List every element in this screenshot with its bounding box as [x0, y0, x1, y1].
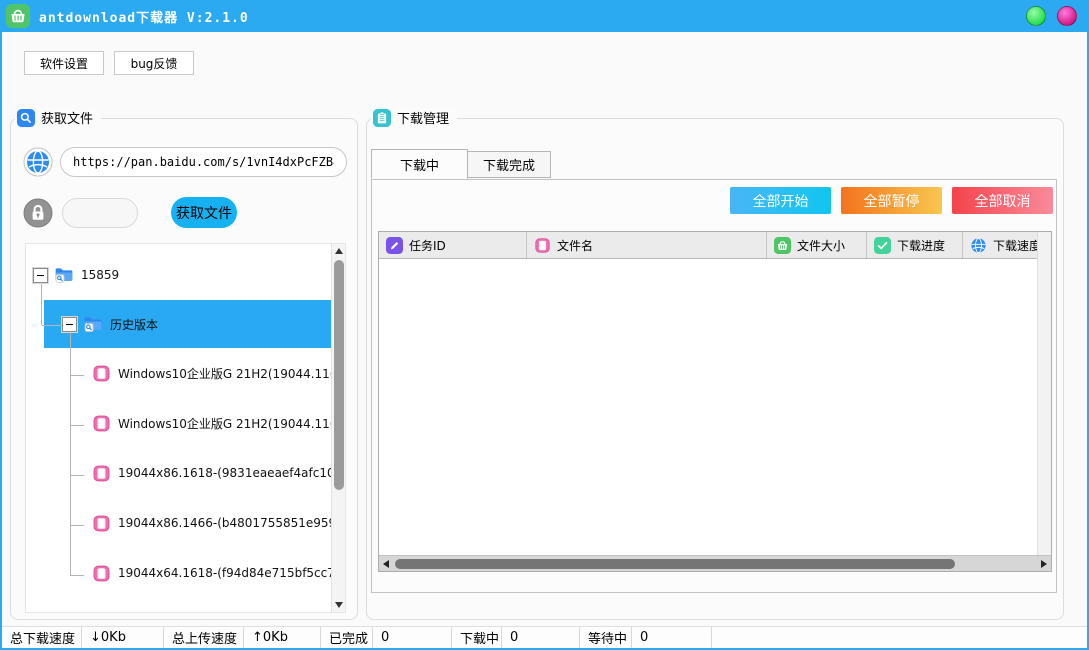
downloading-value: 0 — [502, 627, 580, 648]
column-header-progress[interactable]: 下载进度 — [867, 232, 963, 258]
column-label: 文件大小 — [797, 237, 845, 254]
completed-label: 已完成 — [321, 627, 373, 648]
pause-all-button[interactable]: 全部暂停 — [841, 187, 942, 214]
total-download-speed-value: ↓0Kb — [82, 627, 164, 648]
globe-icon — [23, 147, 53, 177]
bulk-action-buttons: 全部开始 全部暂停 全部取消 — [730, 187, 1053, 214]
tree-file-node[interactable]: Windows10企业版G 21H2(19044.1165)x — [26, 398, 331, 448]
column-label: 任务ID — [409, 237, 446, 254]
tab-downloading[interactable]: 下载中 — [371, 149, 468, 179]
progress-check-icon — [874, 237, 891, 254]
tree-file-node[interactable]: 19044x86.1618-(9831eaeaef4afc1004c — [26, 448, 331, 498]
cancel-all-button[interactable]: 全部取消 — [952, 187, 1053, 214]
completed-value: 0 — [373, 627, 452, 648]
collapse-toggle-icon[interactable] — [33, 268, 48, 283]
waiting-value: 0 — [632, 627, 712, 648]
fetch-panel-legend: 获取文件 — [15, 108, 101, 127]
folder-search-icon — [83, 314, 103, 334]
column-label: 下载进度 — [897, 237, 945, 254]
download-panel-legend: 下载管理 — [371, 108, 457, 127]
tree-root-node[interactable]: 15859 — [26, 250, 331, 300]
tree-file-node[interactable]: 19044x86.1466-(b4801755851e9598166 — [26, 498, 331, 548]
scroll-left-icon[interactable] — [379, 556, 393, 572]
fetch-panel-title: 获取文件 — [41, 108, 93, 127]
window-title: antdownload下载器 V:2.1.0 — [39, 7, 249, 26]
scrollbar-thumb[interactable] — [334, 260, 344, 490]
tree-file-label: 19044x86.1618-(9831eaeaef4afc1004c — [118, 466, 346, 480]
file-icon — [534, 237, 551, 254]
speed-globe-icon — [970, 237, 987, 254]
tree-folder-node-selected[interactable]: 历史版本 — [44, 300, 331, 348]
column-header-filename[interactable]: 文件名 — [527, 232, 767, 258]
folder-search-icon — [54, 265, 74, 285]
start-all-button[interactable]: 全部开始 — [730, 187, 831, 214]
app-logo-icon — [6, 4, 30, 28]
tree-file-node[interactable]: Windows10企业版G 21H2(19044.1165)x — [26, 348, 331, 398]
file-icon — [92, 564, 111, 583]
column-label: 文件名 — [557, 237, 593, 254]
total-upload-speed-label: 总上传速度 — [164, 627, 244, 648]
download-tabs: 下载中 下载完成 — [371, 149, 551, 178]
download-table: 任务ID 文件名 — [378, 231, 1052, 572]
column-header-task-id[interactable]: 任务ID — [379, 232, 527, 258]
lock-icon — [23, 198, 53, 228]
task-pencil-icon — [386, 237, 403, 254]
share-url-input[interactable] — [60, 147, 347, 177]
tree-vertical-scrollbar[interactable] — [331, 244, 345, 612]
bug-feedback-button[interactable]: bug反馈 — [114, 51, 194, 75]
download-panel-title: 下载管理 — [397, 108, 449, 127]
downloading-label: 下载中 — [452, 627, 502, 648]
scrollbar-thumb[interactable] — [395, 559, 955, 569]
status-bar: 总下载速度 ↓0Kb 总上传速度 ↑0Kb 已完成 0 下载中 0 等待中 0 — [2, 626, 1087, 648]
table-vertical-scrollbar-track[interactable] — [1037, 232, 1051, 555]
tree-file-label: Windows10企业版G 21H2(19044.1165)x — [118, 415, 346, 432]
toolbar: 软件设置 bug反馈 — [24, 51, 194, 75]
search-icon — [17, 109, 35, 127]
download-panel: 下载管理 下载中 下载完成 全部开始 全部暂停 全部取消 — [366, 118, 1064, 620]
total-upload-speed-value: ↑0Kb — [244, 627, 321, 648]
close-button[interactable] — [1057, 6, 1077, 26]
minimize-button[interactable] — [1026, 6, 1046, 26]
scroll-up-icon[interactable] — [332, 244, 346, 258]
tab-completed[interactable]: 下载完成 — [467, 151, 551, 178]
table-horizontal-scrollbar[interactable] — [379, 555, 1051, 571]
table-header-row: 任务ID 文件名 — [379, 232, 1051, 259]
status-bar-spacer — [712, 627, 1087, 648]
file-icon — [92, 364, 111, 383]
size-basket-icon — [774, 237, 791, 254]
fetch-files-button[interactable]: 获取文件 — [171, 197, 237, 228]
tree-file-label: Windows10企业版G 21H2(19044.1165)x — [118, 365, 346, 382]
table-body-empty — [379, 259, 1051, 557]
total-download-speed-label: 总下载速度 — [2, 627, 82, 648]
file-icon — [92, 464, 111, 483]
file-icon — [92, 514, 111, 533]
clipboard-icon — [373, 109, 391, 127]
scroll-right-icon[interactable] — [1037, 556, 1051, 572]
tree-file-label: 19044x86.1466-(b4801755851e9598166 — [118, 516, 346, 530]
downloading-tab-pane: 全部开始 全部暂停 全部取消 任务ID — [371, 179, 1057, 593]
title-bar: antdownload下载器 V:2.1.0 — [0, 0, 1089, 32]
tree-file-node[interactable]: 19044x64.1618-(f94d84e715bf5cc707d — [26, 548, 331, 598]
tree-root-label: 15859 — [81, 268, 119, 282]
tree-folder-label: 历史版本 — [110, 316, 158, 333]
collapse-toggle-icon[interactable] — [62, 317, 77, 332]
tree-file-label: 19044x64.1618-(f94d84e715bf5cc707d — [118, 566, 346, 580]
settings-button[interactable]: 软件设置 — [24, 51, 104, 75]
column-header-filesize[interactable]: 文件大小 — [767, 232, 867, 258]
file-icon — [92, 414, 111, 433]
extract-code-input[interactable] — [62, 198, 138, 228]
app-window: antdownload下载器 V:2.1.0 软件设置 bug反馈 获取文件 — [0, 0, 1089, 650]
fetch-panel: 获取文件 — [10, 118, 358, 620]
column-label: 下载速度 — [993, 237, 1041, 254]
file-tree: 15859 历史版本 — [25, 243, 346, 613]
scroll-down-icon[interactable] — [332, 598, 346, 612]
waiting-label: 等待中 — [580, 627, 632, 648]
